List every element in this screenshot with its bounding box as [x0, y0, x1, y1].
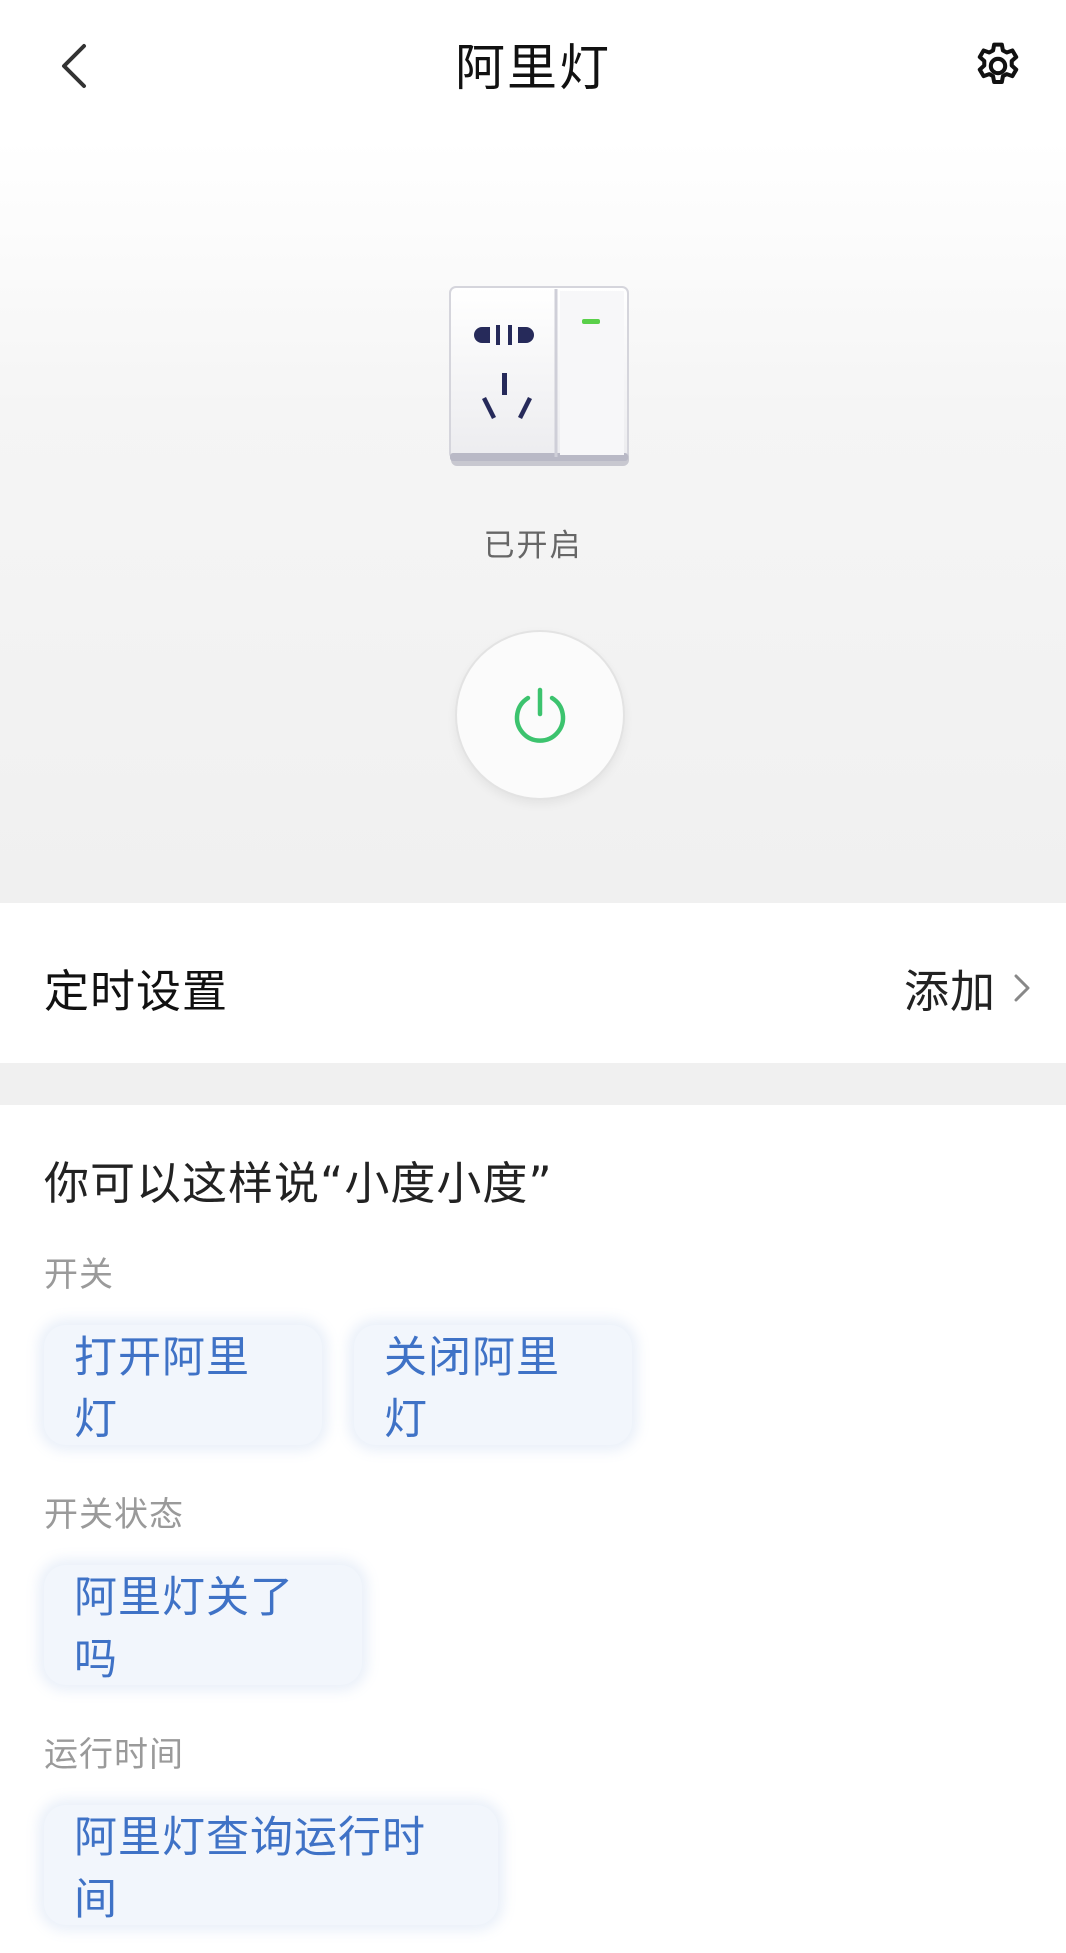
voice-command-chip[interactable]: 阿里灯关了吗 — [44, 1565, 362, 1685]
group-label-switch-status: 开关状态 — [44, 1495, 184, 1535]
timer-add-label: 添加 — [903, 965, 996, 1018]
gear-icon — [977, 42, 1019, 84]
voice-command-chip[interactable]: 关闭阿里灯 — [354, 1325, 632, 1445]
voice-command-chip[interactable]: 阿里灯查询运行时间 — [44, 1805, 498, 1925]
group-label-switch: 开关 — [44, 1255, 114, 1295]
voice-command-section: 你可以这样说“小度小度” 开关 打开阿里灯 关闭阿里灯 开关状态 阿里灯关了吗 … — [0, 1105, 1066, 1953]
voice-section-title: 你可以这样说“小度小度” — [44, 1157, 553, 1210]
device-status-text: 已开启 — [483, 528, 583, 564]
section-divider — [0, 1063, 1066, 1105]
voice-command-chip[interactable]: 打开阿里灯 — [44, 1325, 322, 1445]
group-label-runtime: 运行时间 — [44, 1735, 184, 1775]
top-bar: 阿里灯 — [0, 0, 1066, 140]
timer-add-action[interactable]: 添加 — [904, 955, 1036, 1020]
settings-button[interactable] — [970, 38, 1026, 94]
power-icon — [514, 687, 566, 743]
timer-settings-label: 定时设置 — [44, 965, 229, 1018]
power-toggle-button[interactable] — [455, 630, 625, 800]
timer-settings-row[interactable]: 定时设置 添加 — [0, 903, 1066, 1063]
socket-switch-image — [449, 286, 629, 466]
device-panel: 已开启 — [0, 140, 1066, 903]
chevron-right-icon — [1014, 974, 1030, 1001]
page-title: 阿里灯 — [455, 39, 611, 97]
